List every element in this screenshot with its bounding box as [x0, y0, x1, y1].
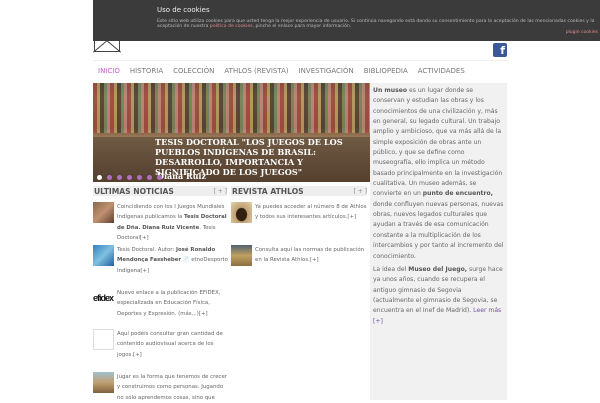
- athlos-title: REVISTA ATHLOS: [232, 186, 304, 196]
- athlos-header: REVISTA ATHLOS [ + ]: [231, 186, 367, 196]
- nav-investigacion[interactable]: INVESTIGACIÓN: [294, 67, 359, 75]
- cookie-policy-link[interactable]: política de cookies: [210, 24, 253, 29]
- news-thumb[interactable]: [93, 202, 114, 223]
- nav-bibliopedia[interactable]: BIBLIOPEDIA: [359, 67, 413, 75]
- athlos-thumb[interactable]: [231, 245, 252, 266]
- news-text[interactable]: Coincidiendo con los I Juegos Mundiales …: [117, 202, 229, 243]
- athlos-more-link[interactable]: [ + ]: [353, 188, 367, 195]
- news-text[interactable]: Nuevo enlace a la publicación EFIDEX, es…: [117, 288, 229, 319]
- about-paragraph-2: La idea del Museo del Juego, surge hace …: [373, 265, 504, 327]
- news-item: Tesis Doctoral. Autor: José Ronaldo Mend…: [93, 245, 229, 276]
- slider-dot[interactable]: [147, 175, 152, 180]
- news-item: Coincidiendo con los I Juegos Mundiales …: [93, 202, 229, 243]
- news-item: Jugar es la forma que tenemos de crecer …: [93, 372, 229, 403]
- plugin-cookies-link[interactable]: plugin cookies: [566, 30, 598, 35]
- slider-dot[interactable]: [127, 175, 132, 180]
- text: es un lugar donde se conservan y estudia…: [373, 87, 503, 198]
- featured-slider[interactable]: TESIS DOCTORAL "LOS JUEGOS DE LOS PUEBLO…: [93, 83, 370, 182]
- cookie-text: Este sitio web utiliza cookies para que …: [157, 19, 597, 29]
- news-item: Aquí podéis consultar gran cantidad de c…: [93, 329, 229, 360]
- nav-athlos[interactable]: ATHLOS (REVISTA): [219, 67, 293, 75]
- text: La idea del: [373, 265, 409, 273]
- slider-dot[interactable]: [97, 175, 102, 180]
- athlos-item: Consulta aquí las normas de publicación …: [231, 245, 368, 266]
- news-header: ULTIMAS NOTICIAS [ + ]: [93, 186, 227, 196]
- athlos-text[interactable]: Ya puedes acceder al número 8 de Athlos …: [255, 202, 368, 223]
- nav-inicio[interactable]: INICIO: [93, 67, 125, 75]
- athlos-item: Ya puedes acceder al número 8 de Athlos …: [231, 202, 368, 223]
- slider-dot[interactable]: [107, 175, 112, 180]
- nav-historia[interactable]: HISTORIA: [125, 67, 168, 75]
- nav-actividades[interactable]: ACTIVIDADES: [413, 67, 470, 75]
- athlos-thumb[interactable]: [231, 202, 252, 223]
- athlos-text[interactable]: Consulta aquí las normas de publicación …: [255, 245, 368, 266]
- news-more-link[interactable]: [ + ]: [213, 188, 227, 195]
- news-text[interactable]: Jugar es la forma que tenemos de crecer …: [117, 372, 229, 403]
- cookie-text-2: , pinche el enlace para mayor informació…: [252, 24, 352, 29]
- about-paragraph-1: Un museo es un lugar donde se conservan …: [373, 86, 504, 262]
- news-item: efidex Nuevo enlace a la publicación EFI…: [93, 288, 229, 319]
- text-bold: Un museo: [373, 87, 408, 94]
- news-thumb[interactable]: [93, 245, 114, 266]
- text-bold: Museo del Juego,: [408, 265, 468, 273]
- about-museum: Un museo es un lugar donde se conservan …: [370, 83, 507, 400]
- text: donde confluyen nuevas personas, nuevas …: [373, 200, 504, 260]
- news-text[interactable]: Tesis Doctoral. Autor: José Ronaldo Mend…: [117, 245, 229, 276]
- efidex-logo[interactable]: efidex: [93, 288, 114, 309]
- slider-dot[interactable]: [137, 175, 142, 180]
- news-title: ULTIMAS NOTICIAS: [94, 186, 174, 196]
- main-nav: INICIO HISTORIA COLECCIÓN ATHLOS (REVIST…: [93, 60, 507, 80]
- text-bold: punto de encuentro,: [422, 190, 493, 198]
- news-thumb[interactable]: [93, 372, 114, 393]
- news-thumb[interactable]: [93, 329, 114, 350]
- slide-image: [93, 83, 370, 133]
- nav-coleccion[interactable]: COLECCIÓN: [168, 67, 219, 75]
- slider-dot[interactable]: [157, 175, 162, 180]
- slide-author: Diana Ruiz: [157, 171, 206, 181]
- cookie-title: Uso de cookies: [157, 6, 210, 14]
- facebook-icon[interactable]: f: [493, 43, 507, 57]
- cookie-banner: Uso de cookies Este sitio web utiliza co…: [93, 0, 600, 41]
- slider-dots: [97, 175, 162, 180]
- slider-dot[interactable]: [117, 175, 122, 180]
- text: Tesis Doctoral. Autor:: [117, 247, 176, 253]
- news-text[interactable]: Aquí podéis consultar gran cantidad de c…: [117, 329, 229, 360]
